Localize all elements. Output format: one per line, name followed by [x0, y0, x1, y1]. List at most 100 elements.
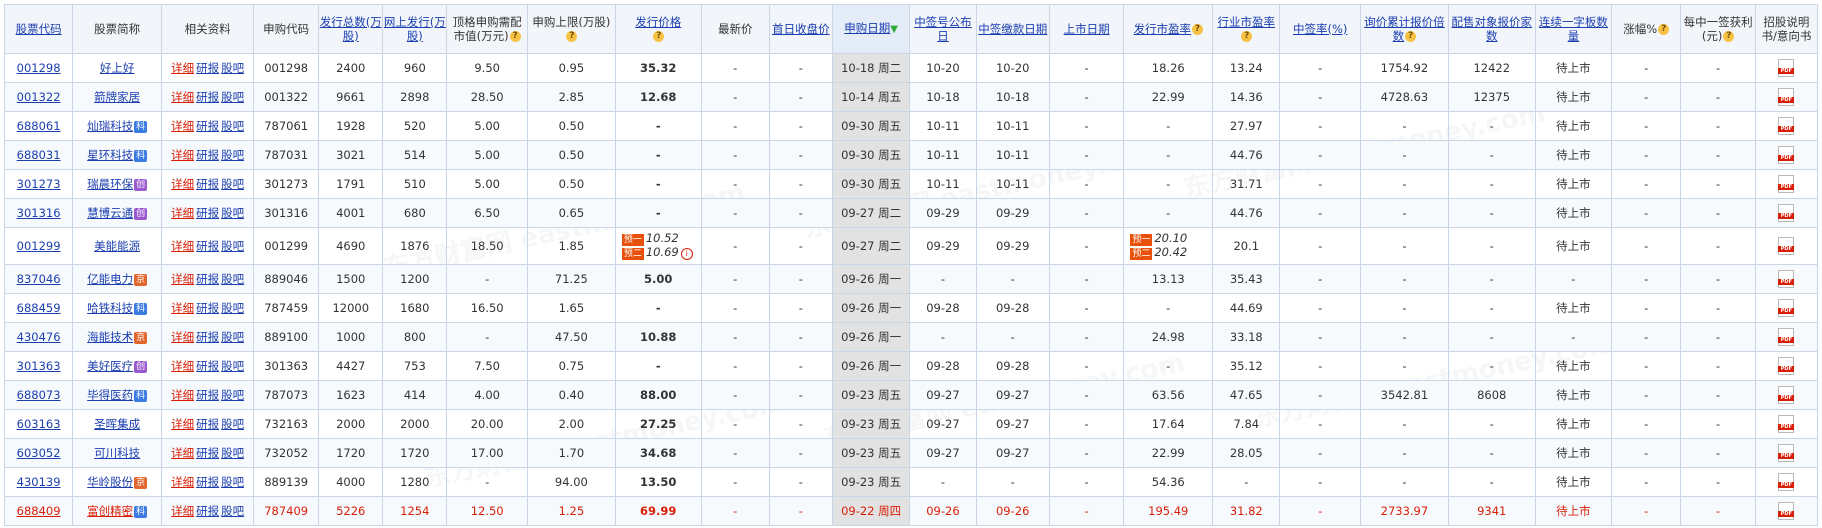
pdf-icon[interactable]	[1778, 328, 1795, 346]
pdf-icon[interactable]	[1778, 237, 1795, 255]
stock-forum-link[interactable]: 股吧	[221, 504, 244, 518]
pdf-icon[interactable]	[1778, 502, 1795, 520]
stock-name-link[interactable]: 瑞晨环保	[87, 177, 133, 191]
pdf-icon[interactable]	[1778, 59, 1795, 77]
research-report-link[interactable]: 研报	[196, 206, 219, 220]
prospectus-cell[interactable]	[1754, 169, 1819, 199]
info-icon[interactable]: i	[680, 248, 693, 260]
research-report-link[interactable]: 研报	[196, 239, 219, 253]
prospectus-cell[interactable]	[1754, 380, 1819, 410]
col-pay-date[interactable]: 中签缴款日期	[975, 4, 1050, 54]
research-report-link[interactable]: 研报	[196, 177, 219, 191]
stock-code-cell[interactable]: 688061	[3, 111, 74, 141]
detail-link[interactable]: 详细	[171, 239, 194, 253]
prospectus-cell[interactable]	[1754, 496, 1819, 526]
research-report-link[interactable]: 研报	[196, 119, 219, 133]
pdf-icon[interactable]	[1778, 175, 1795, 193]
stock-name-link[interactable]: 灿瑞科技	[87, 119, 133, 133]
stock-name-cell[interactable]: 瑞晨环保创	[72, 169, 163, 199]
stock-name-cell[interactable]: 箭牌家居	[72, 82, 163, 112]
stock-code-link[interactable]: 301363	[17, 359, 61, 373]
stock-code-cell[interactable]: 001298	[3, 53, 74, 83]
research-report-link[interactable]: 研报	[196, 301, 219, 315]
help-icon[interactable]: ?	[1658, 24, 1670, 35]
pdf-icon[interactable]	[1778, 357, 1795, 375]
stock-code-link[interactable]: 688073	[17, 388, 61, 402]
stock-code-cell[interactable]: 603163	[3, 409, 74, 439]
col-code[interactable]: 股票代码	[3, 4, 74, 54]
stock-name-link[interactable]: 可川科技	[94, 446, 140, 460]
pdf-icon[interactable]	[1778, 415, 1795, 433]
stock-name-cell[interactable]: 慧博云通创	[72, 198, 163, 228]
stock-name-link[interactable]: 好上好	[100, 61, 135, 75]
pdf-icon[interactable]	[1778, 204, 1795, 222]
stock-name-cell[interactable]: 灿瑞科技科	[72, 111, 163, 141]
stock-code-link[interactable]: 837046	[17, 272, 61, 286]
col-first-close[interactable]: 首日收盘价	[768, 4, 833, 54]
stock-forum-link[interactable]: 股吧	[221, 239, 244, 253]
pdf-icon[interactable]	[1778, 444, 1795, 462]
pdf-icon[interactable]	[1778, 473, 1795, 491]
research-report-link[interactable]: 研报	[196, 388, 219, 402]
research-report-link[interactable]: 研报	[196, 446, 219, 460]
col-issue-price[interactable]: 发行价格?	[614, 4, 702, 54]
col-lot-pub-date[interactable]: 中签号公布日	[909, 4, 977, 54]
detail-link[interactable]: 详细	[171, 301, 194, 315]
stock-code-cell[interactable]: 837046	[3, 264, 74, 294]
stock-name-link[interactable]: 圣晖集成	[94, 417, 140, 431]
prospectus-cell[interactable]	[1754, 438, 1819, 468]
detail-link[interactable]: 详细	[171, 475, 194, 489]
col-sub-date[interactable]: 申购日期▼	[831, 4, 911, 54]
detail-link[interactable]: 详细	[171, 177, 194, 191]
prospectus-cell[interactable]	[1754, 467, 1819, 497]
detail-link[interactable]: 详细	[171, 359, 194, 373]
detail-link[interactable]: 详细	[171, 446, 194, 460]
stock-code-cell[interactable]: 430476	[3, 322, 74, 352]
stock-forum-link[interactable]: 股吧	[221, 446, 244, 460]
research-report-link[interactable]: 研报	[196, 359, 219, 373]
stock-name-link[interactable]: 箭牌家居	[94, 90, 140, 104]
stock-forum-link[interactable]: 股吧	[221, 61, 244, 75]
stock-forum-link[interactable]: 股吧	[221, 206, 244, 220]
col-issue-pe[interactable]: 发行市盈率?	[1123, 4, 1214, 54]
col-online-issue[interactable]: 网上发行(万股)	[382, 4, 448, 54]
prospectus-cell[interactable]	[1754, 111, 1819, 141]
stock-forum-link[interactable]: 股吧	[221, 90, 244, 104]
detail-link[interactable]: 详细	[171, 272, 194, 286]
stock-code-link[interactable]: 603052	[17, 446, 61, 460]
stock-name-cell[interactable]: 可川科技	[72, 438, 163, 468]
stock-name-link[interactable]: 富创精密	[87, 504, 133, 518]
stock-code-link[interactable]: 603163	[17, 417, 61, 431]
stock-name-link[interactable]: 哈铁科技	[87, 301, 133, 315]
detail-link[interactable]: 详细	[171, 90, 194, 104]
prospectus-cell[interactable]	[1754, 140, 1819, 170]
stock-code-cell[interactable]: 688409	[3, 496, 74, 526]
help-icon[interactable]: ?	[653, 31, 665, 42]
detail-link[interactable]: 详细	[171, 417, 194, 431]
stock-forum-link[interactable]: 股吧	[221, 119, 244, 133]
stock-name-cell[interactable]: 星环科技科	[72, 140, 163, 170]
stock-code-cell[interactable]: 430139	[3, 467, 74, 497]
stock-code-link[interactable]: 430139	[17, 475, 61, 489]
detail-link[interactable]: 详细	[171, 388, 194, 402]
prospectus-cell[interactable]	[1754, 293, 1819, 323]
help-icon[interactable]: ?	[1192, 24, 1203, 35]
research-report-link[interactable]: 研报	[196, 90, 219, 104]
stock-forum-link[interactable]: 股吧	[221, 301, 244, 315]
stock-code-cell[interactable]: 001322	[3, 82, 74, 112]
stock-forum-link[interactable]: 股吧	[221, 148, 244, 162]
stock-code-cell[interactable]: 603052	[3, 438, 74, 468]
pdf-icon[interactable]	[1778, 146, 1795, 164]
prospectus-cell[interactable]	[1754, 53, 1819, 83]
detail-link[interactable]: 详细	[171, 206, 194, 220]
detail-link[interactable]: 详细	[171, 504, 194, 518]
col-inquiry-mult[interactable]: 询价累计报价倍数?	[1359, 4, 1449, 54]
pdf-icon[interactable]	[1778, 386, 1795, 404]
pdf-icon[interactable]	[1778, 88, 1795, 106]
stock-code-cell[interactable]: 688073	[3, 380, 74, 410]
stock-code-link[interactable]: 001298	[17, 61, 61, 75]
stock-name-cell[interactable]: 华岭股份京	[72, 467, 163, 497]
stock-code-cell[interactable]: 688459	[3, 293, 74, 323]
research-report-link[interactable]: 研报	[196, 61, 219, 75]
pdf-icon[interactable]	[1778, 117, 1795, 135]
